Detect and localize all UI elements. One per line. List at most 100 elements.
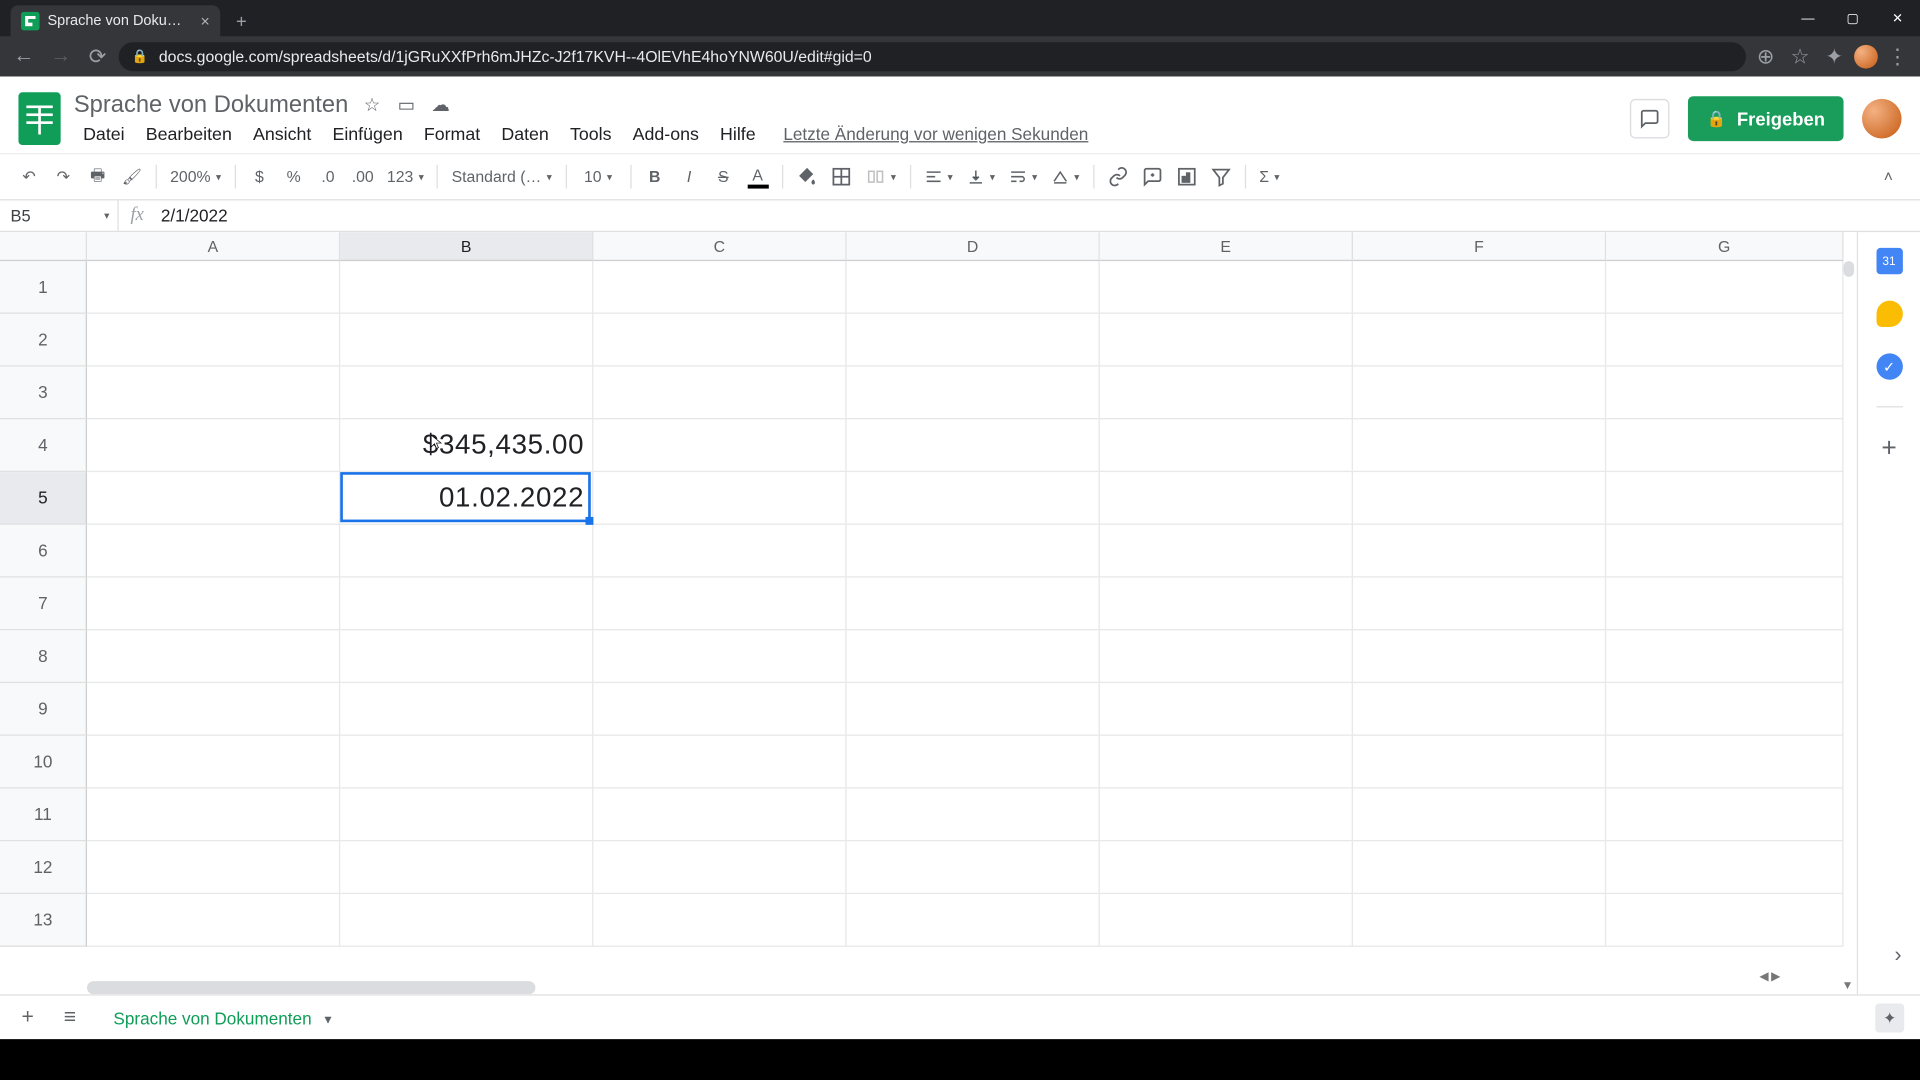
share-button[interactable]: 🔒 Freigeben [1688, 96, 1843, 141]
browser-tab[interactable]: Sprache von Dokumenten - Goo… × [11, 5, 221, 37]
row-header[interactable]: 3 [0, 367, 87, 420]
collapse-toolbar-button[interactable]: ˄ [1873, 161, 1905, 193]
horizontal-scrollbar[interactable] [87, 981, 535, 994]
column-header-D[interactable]: D [847, 232, 1100, 261]
row-header[interactable]: 5 [0, 472, 87, 525]
column-header-B[interactable]: B [340, 232, 593, 261]
calendar-icon[interactable] [1876, 248, 1902, 274]
formula-input[interactable]: 2/1/2022 [156, 206, 1920, 226]
format-currency-button[interactable]: $ [244, 161, 276, 193]
row-header[interactable]: 13 [0, 894, 87, 947]
name-box[interactable]: B5 [0, 200, 119, 230]
menu-help[interactable]: Hilfe [711, 121, 765, 146]
row-header[interactable]: 7 [0, 578, 87, 631]
menu-edit[interactable]: Bearbeiten [137, 121, 242, 146]
row-header[interactable]: 8 [0, 630, 87, 683]
forward-button[interactable]: → [45, 41, 77, 73]
cell-B4[interactable]: $345,435.00 [340, 419, 593, 472]
borders-button[interactable] [825, 161, 857, 193]
column-header-E[interactable]: E [1100, 232, 1353, 261]
menu-addons[interactable]: Add-ons [623, 121, 708, 146]
menu-insert[interactable]: Einfügen [323, 121, 412, 146]
spreadsheet-grid[interactable]: A B C D E F G 1 2 3 4 $345,435.00 5 01.02.… [0, 232, 1857, 994]
strikethrough-button[interactable]: S [708, 161, 740, 193]
move-icon[interactable]: ▭ [396, 94, 417, 115]
column-header-F[interactable]: F [1353, 232, 1606, 261]
last-edit-link[interactable]: Letzte Änderung vor wenigen Sekunden [783, 124, 1088, 144]
italic-button[interactable]: I [673, 161, 705, 193]
row-header[interactable]: 2 [0, 314, 87, 367]
number-format-dropdown[interactable]: 123 [382, 161, 430, 193]
add-addon-button[interactable]: + [1881, 434, 1896, 464]
all-sheets-button[interactable]: ≡ [55, 1003, 84, 1032]
chrome-profile-avatar[interactable] [1854, 45, 1878, 69]
share-page-icon[interactable]: ☆ [1786, 42, 1815, 71]
functions-button[interactable]: Σ [1254, 161, 1286, 193]
sheet-nav-arrows[interactable]: ◀▶ [1759, 969, 1780, 984]
account-avatar[interactable] [1862, 99, 1902, 139]
address-bar[interactable]: 🔒 docs.google.com/spreadsheets/d/1jGRuXX… [119, 42, 1746, 71]
merge-cells-button[interactable] [859, 161, 901, 193]
print-button[interactable]: 🖶 [82, 161, 114, 193]
window-close-button[interactable]: ✕ [1875, 0, 1920, 37]
scroll-down-button[interactable]: ▼ [1838, 976, 1856, 994]
row-header[interactable]: 10 [0, 736, 87, 789]
tasks-icon[interactable] [1876, 353, 1902, 379]
explore-button[interactable]: ✦ [1875, 1003, 1904, 1032]
vertical-scrollbar[interactable] [1844, 261, 1855, 277]
format-percent-button[interactable]: % [278, 161, 310, 193]
select-all-corner[interactable] [0, 232, 87, 261]
menu-view[interactable]: Ansicht [244, 121, 321, 146]
keep-icon[interactable] [1876, 301, 1902, 327]
cloud-status-icon[interactable]: ☁ [430, 94, 451, 115]
side-panel-toggle[interactable]: › [1895, 944, 1902, 968]
column-header-G[interactable]: G [1606, 232, 1843, 261]
row-header[interactable]: 1 [0, 261, 87, 314]
fill-color-button[interactable] [791, 161, 823, 193]
window-maximize-button[interactable]: ▢ [1830, 0, 1875, 37]
comments-button[interactable] [1630, 99, 1670, 139]
insert-comment-button[interactable] [1136, 161, 1168, 193]
decrease-decimal-button[interactable]: .0 [312, 161, 344, 193]
zoom-indicator-icon[interactable]: ⊕ [1751, 42, 1780, 71]
add-sheet-button[interactable]: + [13, 1003, 42, 1032]
back-button[interactable]: ← [8, 41, 40, 73]
undo-button[interactable]: ↶ [13, 161, 45, 193]
sheet-tab-menu-icon[interactable]: ▼ [322, 1012, 334, 1025]
bold-button[interactable]: B [639, 161, 671, 193]
insert-chart-button[interactable] [1170, 161, 1202, 193]
tab-close-icon[interactable]: × [200, 12, 209, 30]
column-header-C[interactable]: C [593, 232, 846, 261]
document-title[interactable]: Sprache von Dokumenten [74, 91, 348, 119]
text-color-button[interactable]: A [742, 161, 774, 193]
increase-decimal-button[interactable]: .00 [346, 161, 379, 193]
chrome-menu-icon[interactable]: ⋮ [1883, 42, 1912, 71]
vertical-align-button[interactable] [961, 161, 1001, 193]
row-header[interactable]: 6 [0, 525, 87, 578]
font-size-dropdown[interactable]: 10 [574, 161, 621, 193]
reload-button[interactable]: ⟳ [82, 41, 114, 73]
cell-B5[interactable]: 01.02.2022 [340, 472, 593, 525]
paint-format-button[interactable]: 🖌 [116, 161, 148, 193]
sheet-tab[interactable]: Sprache von Dokumenten ▼ [98, 1000, 350, 1034]
menu-file[interactable]: Datei [74, 121, 134, 146]
row-header[interactable]: 11 [0, 789, 87, 842]
redo-button[interactable]: ↷ [47, 161, 79, 193]
horizontal-align-button[interactable] [919, 161, 959, 193]
sheets-logo-icon[interactable] [18, 92, 60, 145]
menu-data[interactable]: Daten [492, 121, 558, 146]
filter-button[interactable] [1205, 161, 1237, 193]
menu-tools[interactable]: Tools [561, 121, 621, 146]
new-tab-button[interactable]: + [228, 8, 254, 34]
text-rotation-button[interactable] [1045, 161, 1085, 193]
row-header[interactable]: 4 [0, 419, 87, 472]
text-wrap-button[interactable] [1003, 161, 1043, 193]
row-header[interactable]: 12 [0, 841, 87, 894]
column-header-A[interactable]: A [87, 232, 340, 261]
window-minimize-button[interactable]: — [1786, 0, 1831, 37]
insert-link-button[interactable] [1102, 161, 1134, 193]
extensions-icon[interactable]: ✦ [1820, 42, 1849, 71]
font-family-dropdown[interactable]: Standard (… [446, 161, 557, 193]
row-header[interactable]: 9 [0, 683, 87, 736]
star-icon[interactable]: ☆ [361, 94, 382, 115]
